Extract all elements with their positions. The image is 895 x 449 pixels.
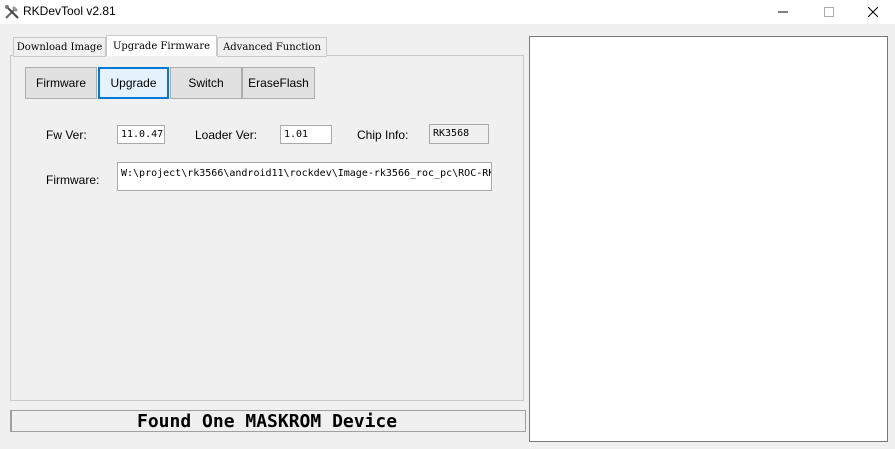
chip-info-field[interactable]: RK3568 [429,124,489,144]
fw-ver-label: Fw Ver: [46,128,87,142]
window-title: RKDevTool v2.81 [23,4,116,18]
chip-info-label: Chip Info: [357,128,409,142]
tab-advanced-function[interactable]: Advanced Function [217,37,327,57]
close-icon [868,7,878,17]
title-bar: RKDevTool v2.81 [0,0,895,24]
minimize-icon [778,11,788,13]
maximize-icon [824,7,834,17]
eraseflash-button[interactable]: EraseFlash [242,67,315,99]
firmware-path-field[interactable]: W:\project\rk3566\android11\rockdev\Imag… [117,162,492,191]
firmware-button[interactable]: Firmware [25,67,97,99]
tab-upgrade-firmware[interactable]: Upgrade Firmware [106,35,217,56]
tab-download-image[interactable]: Download Image [13,37,106,57]
loader-ver-field[interactable]: 1.01 [280,125,332,144]
upgrade-button[interactable]: Upgrade [98,67,169,99]
minimize-button[interactable] [760,0,806,24]
switch-button[interactable]: Switch [170,67,242,99]
rockchip-tools-icon [3,3,21,21]
status-text: Found One MASKROM Device [137,411,398,432]
fw-ver-field[interactable]: 11.0.47 [117,125,165,144]
close-button[interactable] [850,0,895,24]
upgrade-firmware-panel [10,55,524,401]
log-output-panel[interactable] [529,36,888,442]
maximize-button[interactable] [806,0,852,24]
firmware-path-label: Firmware: [46,173,100,187]
loader-ver-label: Loader Ver: [195,128,258,142]
